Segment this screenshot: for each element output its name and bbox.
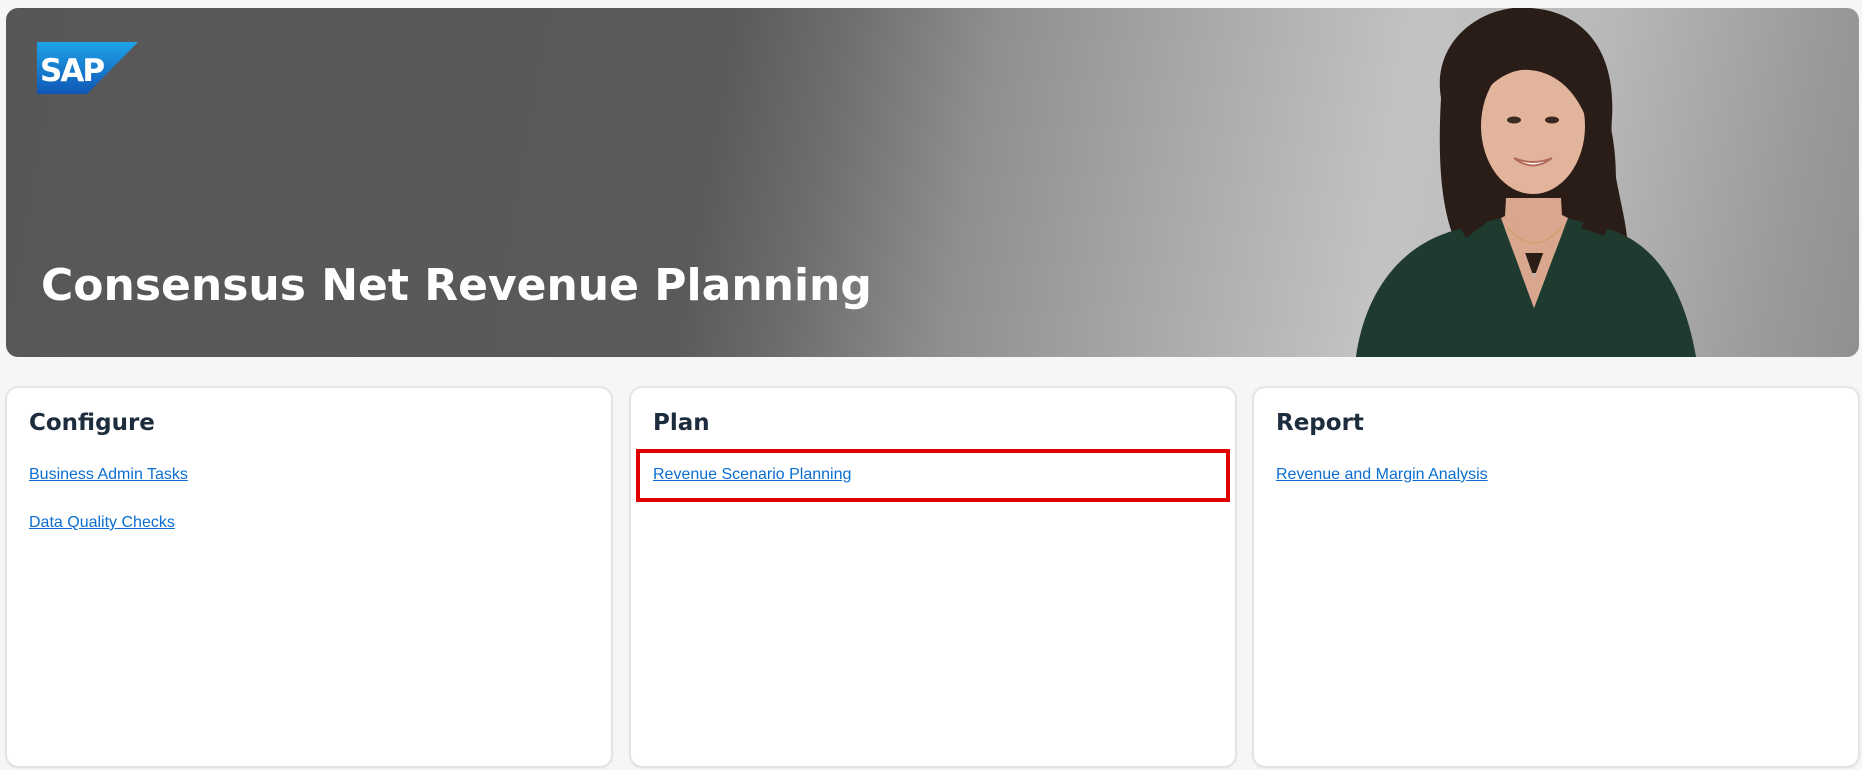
configure-card: Configure Business Admin Tasks Data Qual… xyxy=(6,387,612,767)
hero-banner: SAP Consensus Net Revenue Planning xyxy=(6,8,1859,357)
sap-logo: SAP xyxy=(37,42,138,94)
report-card: Report Revenue and Margin Analysis xyxy=(1253,387,1859,767)
woman-portrait-image xyxy=(1356,8,1696,357)
report-card-title: Report xyxy=(1276,410,1364,436)
page-title: Consensus Net Revenue Planning xyxy=(41,260,872,311)
svg-text:SAP: SAP xyxy=(40,53,104,89)
plan-card: Plan Revenue Scenario Planning xyxy=(630,387,1236,767)
business-admin-tasks-link[interactable]: Business Admin Tasks xyxy=(29,466,188,484)
revenue-and-margin-analysis-link[interactable]: Revenue and Margin Analysis xyxy=(1276,466,1488,484)
configure-card-title: Configure xyxy=(29,410,155,436)
data-quality-checks-link[interactable]: Data Quality Checks xyxy=(29,514,175,532)
revenue-scenario-planning-link[interactable]: Revenue Scenario Planning xyxy=(653,466,851,484)
plan-card-title: Plan xyxy=(653,410,710,436)
